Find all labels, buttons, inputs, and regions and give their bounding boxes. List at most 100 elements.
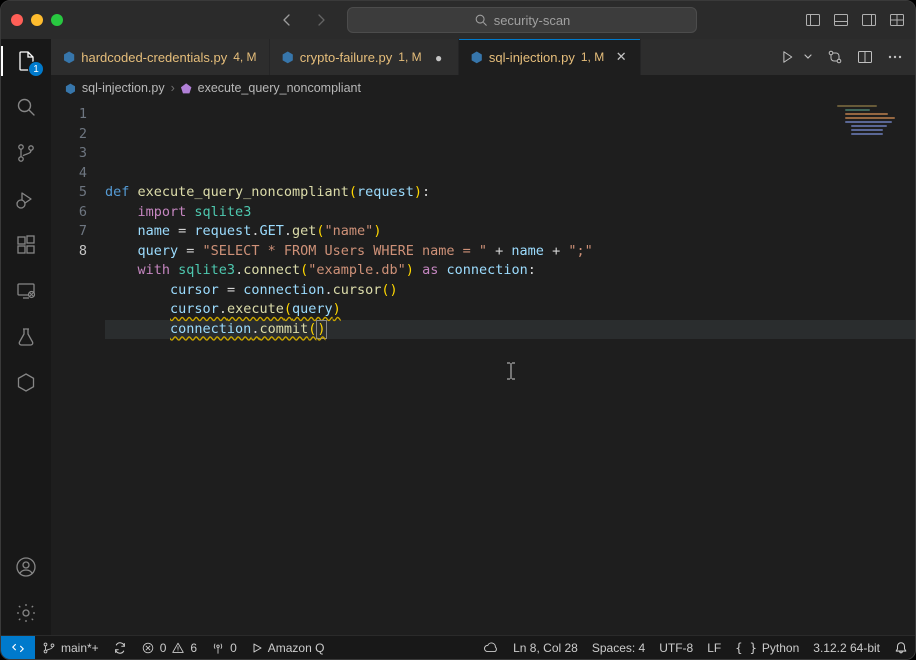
gear-icon [14,601,38,625]
sync-icon [113,641,127,655]
debug-icon [14,187,38,211]
run-button[interactable] [781,50,799,64]
compare-changes-button[interactable] [827,49,843,65]
play-icon [251,642,263,654]
bell-icon [894,641,908,655]
status-bar: main*+ 0 6 0 Amazon Q Ln 8, Col 28 Space… [1,635,915,659]
close-tab-button[interactable]: ✕ [614,49,628,65]
hexagon-icon [14,371,38,395]
vscode-window: security-scan 1 [0,0,916,660]
amazon-q-label: Amazon Q [268,641,325,655]
run-dropdown-button[interactable] [803,50,813,64]
tab-badge: 4, M [233,50,256,64]
explorer-badge: 1 [28,61,44,77]
panel-left-icon[interactable] [805,12,821,28]
amazon-q-activity[interactable] [14,371,38,395]
layout-icon[interactable] [889,12,905,28]
symbol-function-icon: ⬟ [181,81,192,96]
error-count: 0 [160,641,167,655]
workbench-body: 1 [1,39,915,635]
text-cursor-icon [505,323,517,341]
editor-actions [769,39,915,75]
extensions-icon [14,233,38,257]
ports-count: 0 [230,641,237,655]
remote-explorer-activity[interactable] [14,279,38,303]
tab-crypto-failure[interactable]: ⬢ crypto-failure.py 1, M [270,39,459,75]
python-icon: ⬢ [65,81,76,96]
breadcrumb-file[interactable]: sql-injection.py [82,81,165,95]
status-cursor-position[interactable]: Ln 8, Col 28 [506,641,585,655]
error-icon [141,641,155,655]
title-bar-right [805,12,905,28]
nav-forward-button[interactable] [313,12,329,28]
status-language[interactable]: { } Python [728,641,806,655]
editor-tabs: ⬢ hardcoded-credentials.py 4, M ⬢ crypto… [51,39,915,75]
code-content[interactable]: def execute_query_noncompliant(request):… [105,101,915,635]
tab-badge: 1, M [581,50,604,64]
minimap[interactable] [837,105,909,145]
radio-tower-icon [211,641,225,655]
nav-back-button[interactable] [279,12,295,28]
status-notifications[interactable] [887,641,915,655]
status-eol[interactable]: LF [700,641,728,655]
title-bar: security-scan [1,1,915,39]
line-number-gutter: 12345678 [51,101,105,635]
python-icon: ⬢ [282,49,294,66]
braces-icon: { } [735,641,757,655]
maximize-window-button[interactable] [51,14,63,26]
activity-bar: 1 [1,39,51,635]
account-icon [14,555,38,579]
command-center-search[interactable]: security-scan [347,7,697,33]
python-icon: ⬢ [471,49,483,66]
scm-activity[interactable] [14,141,38,165]
search-activity[interactable] [14,95,38,119]
status-ports[interactable]: 0 [204,641,244,655]
status-problems[interactable]: 0 6 [134,641,204,655]
nav-controls [279,12,329,28]
extensions-activity[interactable] [14,233,38,257]
warning-count: 6 [190,641,197,655]
status-aws[interactable] [476,642,506,654]
remote-indicator[interactable] [1,636,35,659]
cloud-icon [483,642,499,654]
dirty-indicator-icon [432,50,446,65]
branch-name: main*+ [61,641,99,655]
status-amazon-q[interactable]: Amazon Q [244,641,332,655]
tab-badge: 1, M [398,50,421,64]
python-icon: ⬢ [63,49,75,66]
remote-icon [11,641,25,655]
editor-area: ⬢ hardcoded-credentials.py 4, M ⬢ crypto… [51,39,915,635]
status-interpreter[interactable]: 3.12.2 64-bit [806,641,887,655]
explorer-activity[interactable]: 1 [14,49,38,73]
accounts-activity[interactable] [14,555,38,579]
testing-activity[interactable] [14,325,38,349]
search-icon [474,13,488,27]
tab-sql-injection[interactable]: ⬢ sql-injection.py 1, M ✕ [459,39,642,75]
status-indentation[interactable]: Spaces: 4 [585,641,652,655]
tab-filename: sql-injection.py [489,50,575,65]
breadcrumb-symbol[interactable]: execute_query_noncompliant [198,81,361,95]
split-editor-button[interactable] [857,49,873,65]
status-sync[interactable] [106,641,134,655]
settings-activity[interactable] [14,601,38,625]
chevron-right-icon: › [171,81,175,95]
status-branch[interactable]: main*+ [35,641,106,655]
minimize-window-button[interactable] [31,14,43,26]
tab-hardcoded-credentials[interactable]: ⬢ hardcoded-credentials.py 4, M [51,39,270,75]
close-window-button[interactable] [11,14,23,26]
search-icon [14,95,38,119]
search-placeholder: security-scan [494,13,571,28]
breadcrumb[interactable]: ⬢ sql-injection.py › ⬟ execute_query_non… [51,75,915,101]
panel-right-icon[interactable] [861,12,877,28]
debug-activity[interactable] [14,187,38,211]
git-branch-icon [42,641,56,655]
beaker-icon [14,325,38,349]
panel-bottom-icon[interactable] [833,12,849,28]
more-actions-button[interactable] [887,49,903,65]
remote-explorer-icon [14,279,38,303]
git-branch-icon [14,141,38,165]
warning-icon [171,641,185,655]
code-editor[interactable]: 12345678 def execute_q [51,101,915,635]
status-encoding[interactable]: UTF-8 [652,641,700,655]
tab-filename: crypto-failure.py [300,50,392,65]
